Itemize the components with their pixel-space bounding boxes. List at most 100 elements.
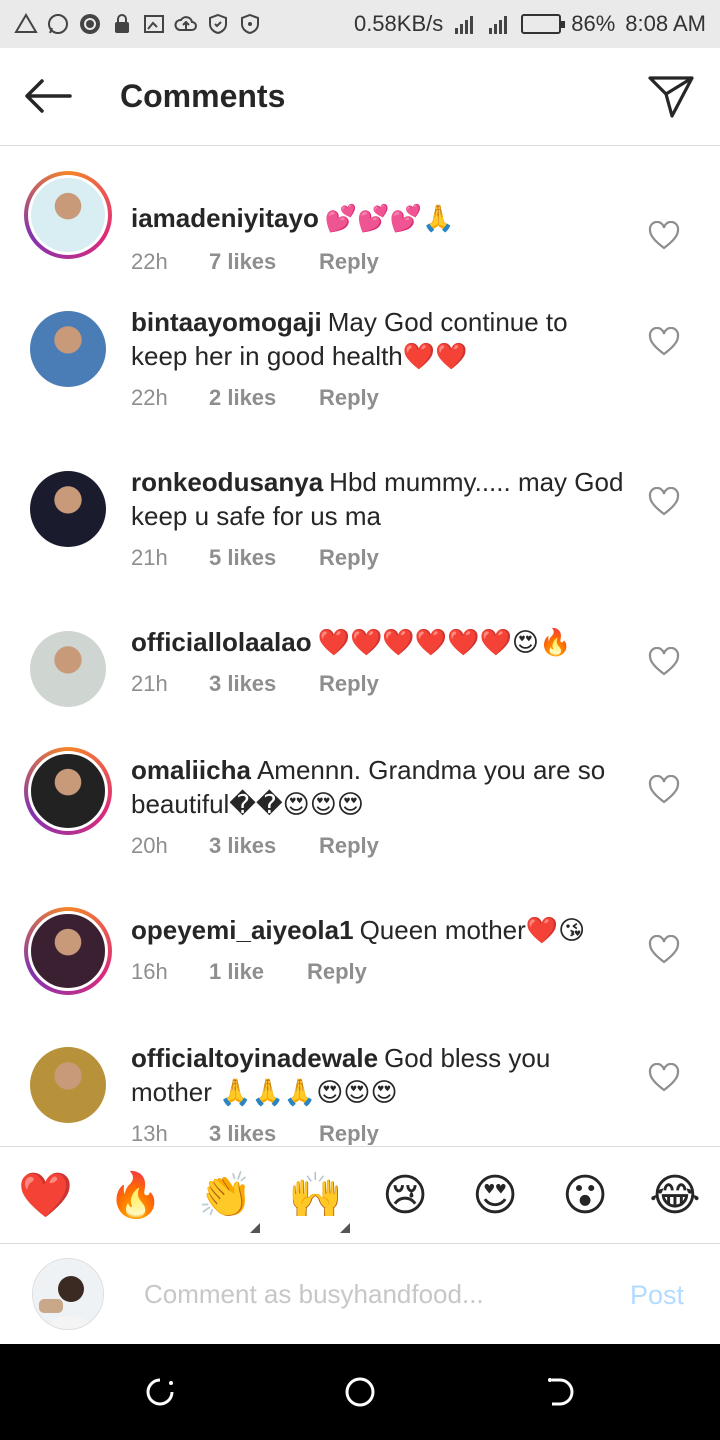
- comment-text: ❤️❤️❤️❤️❤️❤️😍🔥: [317, 627, 572, 657]
- emoji-clap-button[interactable]: 👏: [198, 1169, 253, 1223]
- system-status: 0.58KB/s 86% 8:08 AM: [354, 11, 706, 37]
- whatsapp-icon: [46, 12, 70, 36]
- back-icon: [548, 1378, 574, 1406]
- comment-username[interactable]: bintaayomogaji: [131, 307, 322, 337]
- profile-photo: [33, 1259, 103, 1329]
- reply-button[interactable]: Reply: [319, 385, 379, 411]
- warning-icon: [14, 12, 38, 36]
- like-button[interactable]: [648, 774, 680, 805]
- avatar[interactable]: [24, 747, 112, 835]
- avatar[interactable]: [24, 171, 112, 259]
- system-nav-bar: [0, 1344, 720, 1440]
- comment-time: 22h: [131, 249, 168, 274]
- shield-check-icon: [238, 12, 262, 36]
- avatar[interactable]: [24, 465, 112, 553]
- comment-likes[interactable]: 3 likes: [209, 1121, 319, 1145]
- comment-username[interactable]: officialtoyinadewale: [131, 1043, 378, 1073]
- heart-outline-icon: [648, 934, 680, 964]
- comment-time: 22h: [131, 385, 168, 410]
- my-avatar: [32, 1258, 104, 1330]
- emoji-raised-hands-button[interactable]: 🙌: [288, 1169, 343, 1223]
- emoji-quick-bar: ❤️ 🔥 👏 🙌 😢 😍 😮 😂: [0, 1146, 720, 1244]
- like-button[interactable]: [648, 646, 680, 677]
- emoji-surprised-button[interactable]: 😮: [558, 1169, 612, 1223]
- battery-percent: 86%: [571, 11, 616, 36]
- like-button[interactable]: [648, 934, 680, 965]
- nav-back-button[interactable]: [542, 1374, 578, 1410]
- comment-list: iamadeniyitayo 💕💕💕🙏 22h 7 likes Reply bin…: [0, 147, 720, 1145]
- arrow-left-icon: [25, 79, 72, 113]
- back-button[interactable]: [22, 76, 74, 116]
- comment-username[interactable]: omaliicha: [131, 755, 251, 785]
- recent-apps-icon: [146, 1378, 174, 1406]
- avatar-image: [28, 751, 108, 831]
- reply-button[interactable]: Reply: [319, 545, 379, 571]
- emoji-laughing-button[interactable]: 😂: [648, 1169, 702, 1223]
- reply-button[interactable]: Reply: [319, 249, 379, 275]
- comment-time: 20h: [131, 833, 168, 858]
- reply-button[interactable]: Reply: [319, 1121, 379, 1145]
- comment-time: 21h: [131, 545, 168, 570]
- network-speed: 0.58KB/s: [353, 11, 444, 36]
- comment-username[interactable]: opeyemi_aiyeola1: [131, 915, 354, 945]
- recent-apps-button[interactable]: [142, 1374, 178, 1410]
- comment-body: bintaayomogaji May God continue to keep h…: [131, 305, 631, 373]
- comment-meta: 16h 1 like Reply: [131, 959, 367, 985]
- like-button[interactable]: [648, 220, 680, 251]
- emoji-heart-eyes-button[interactable]: 😍: [468, 1169, 522, 1223]
- like-button[interactable]: [648, 1062, 680, 1093]
- comment-likes[interactable]: 2 likes: [209, 385, 319, 411]
- avatar-image: [30, 471, 106, 547]
- avatar-image: [30, 631, 106, 707]
- clock: 8:08 AM: [625, 11, 706, 36]
- like-button[interactable]: [648, 486, 680, 517]
- post-button[interactable]: Post: [630, 1280, 684, 1311]
- comment-meta: 21h 5 likes Reply: [131, 545, 379, 571]
- comment-username[interactable]: ronkeodusanya: [131, 467, 323, 497]
- comment-likes[interactable]: 3 likes: [209, 671, 319, 697]
- comment-username[interactable]: iamadeniyitayo: [131, 203, 319, 233]
- skin-tone-indicator: [340, 1223, 350, 1233]
- status-bar: 0.58KB/s 86% 8:08 AM: [0, 0, 720, 48]
- avatar[interactable]: [24, 625, 112, 713]
- comment-input[interactable]: [144, 1274, 604, 1314]
- paper-plane-icon: [648, 76, 694, 118]
- avatar-image: [30, 1047, 106, 1123]
- heart-outline-icon: [648, 220, 680, 250]
- comment-likes[interactable]: 7 likes: [209, 249, 319, 275]
- signal-icon: [487, 12, 511, 36]
- comment-body: ronkeodusanya Hbd mummy..... may God keep…: [131, 465, 631, 533]
- comment-likes[interactable]: 5 likes: [209, 545, 319, 571]
- reply-button[interactable]: Reply: [319, 671, 379, 697]
- share-button[interactable]: [646, 72, 696, 120]
- battery-icon: [521, 14, 566, 34]
- comment-likes[interactable]: 3 likes: [209, 833, 319, 859]
- comment-username[interactable]: officiallolaalao: [131, 627, 312, 657]
- lock-icon: [110, 12, 134, 36]
- emoji-fire-button[interactable]: 🔥: [108, 1169, 163, 1223]
- signal-hd-icon: [453, 12, 477, 36]
- comment-text: Queen mother❤️😘: [359, 915, 586, 945]
- skin-tone-indicator: [250, 1223, 260, 1233]
- comment-body: officialtoyinadewale God bless you mother…: [131, 1041, 631, 1109]
- home-button[interactable]: [342, 1374, 378, 1410]
- reply-button[interactable]: Reply: [319, 833, 379, 859]
- heart-outline-icon: [648, 486, 680, 516]
- heart-outline-icon: [648, 326, 680, 356]
- avatar[interactable]: [24, 1041, 112, 1129]
- avatar[interactable]: [24, 907, 112, 995]
- gallery-icon: [142, 12, 166, 36]
- avatar-image: [30, 311, 106, 387]
- comment-meta: 13h 3 likes Reply: [131, 1121, 379, 1145]
- like-button[interactable]: [648, 326, 680, 357]
- home-icon: [345, 1377, 375, 1407]
- page-title: Comments: [120, 78, 286, 114]
- comment-time: 16h: [131, 959, 168, 984]
- avatar[interactable]: [24, 305, 112, 393]
- cloud-upload-icon: [174, 12, 198, 36]
- emoji-heart-button[interactable]: ❤️: [18, 1169, 73, 1223]
- comment-body: opeyemi_aiyeola1 Queen mother❤️😘: [131, 913, 631, 947]
- reply-button[interactable]: Reply: [307, 959, 367, 985]
- emoji-crying-button[interactable]: 😢: [378, 1169, 432, 1223]
- comment-likes[interactable]: 1 like: [209, 959, 307, 985]
